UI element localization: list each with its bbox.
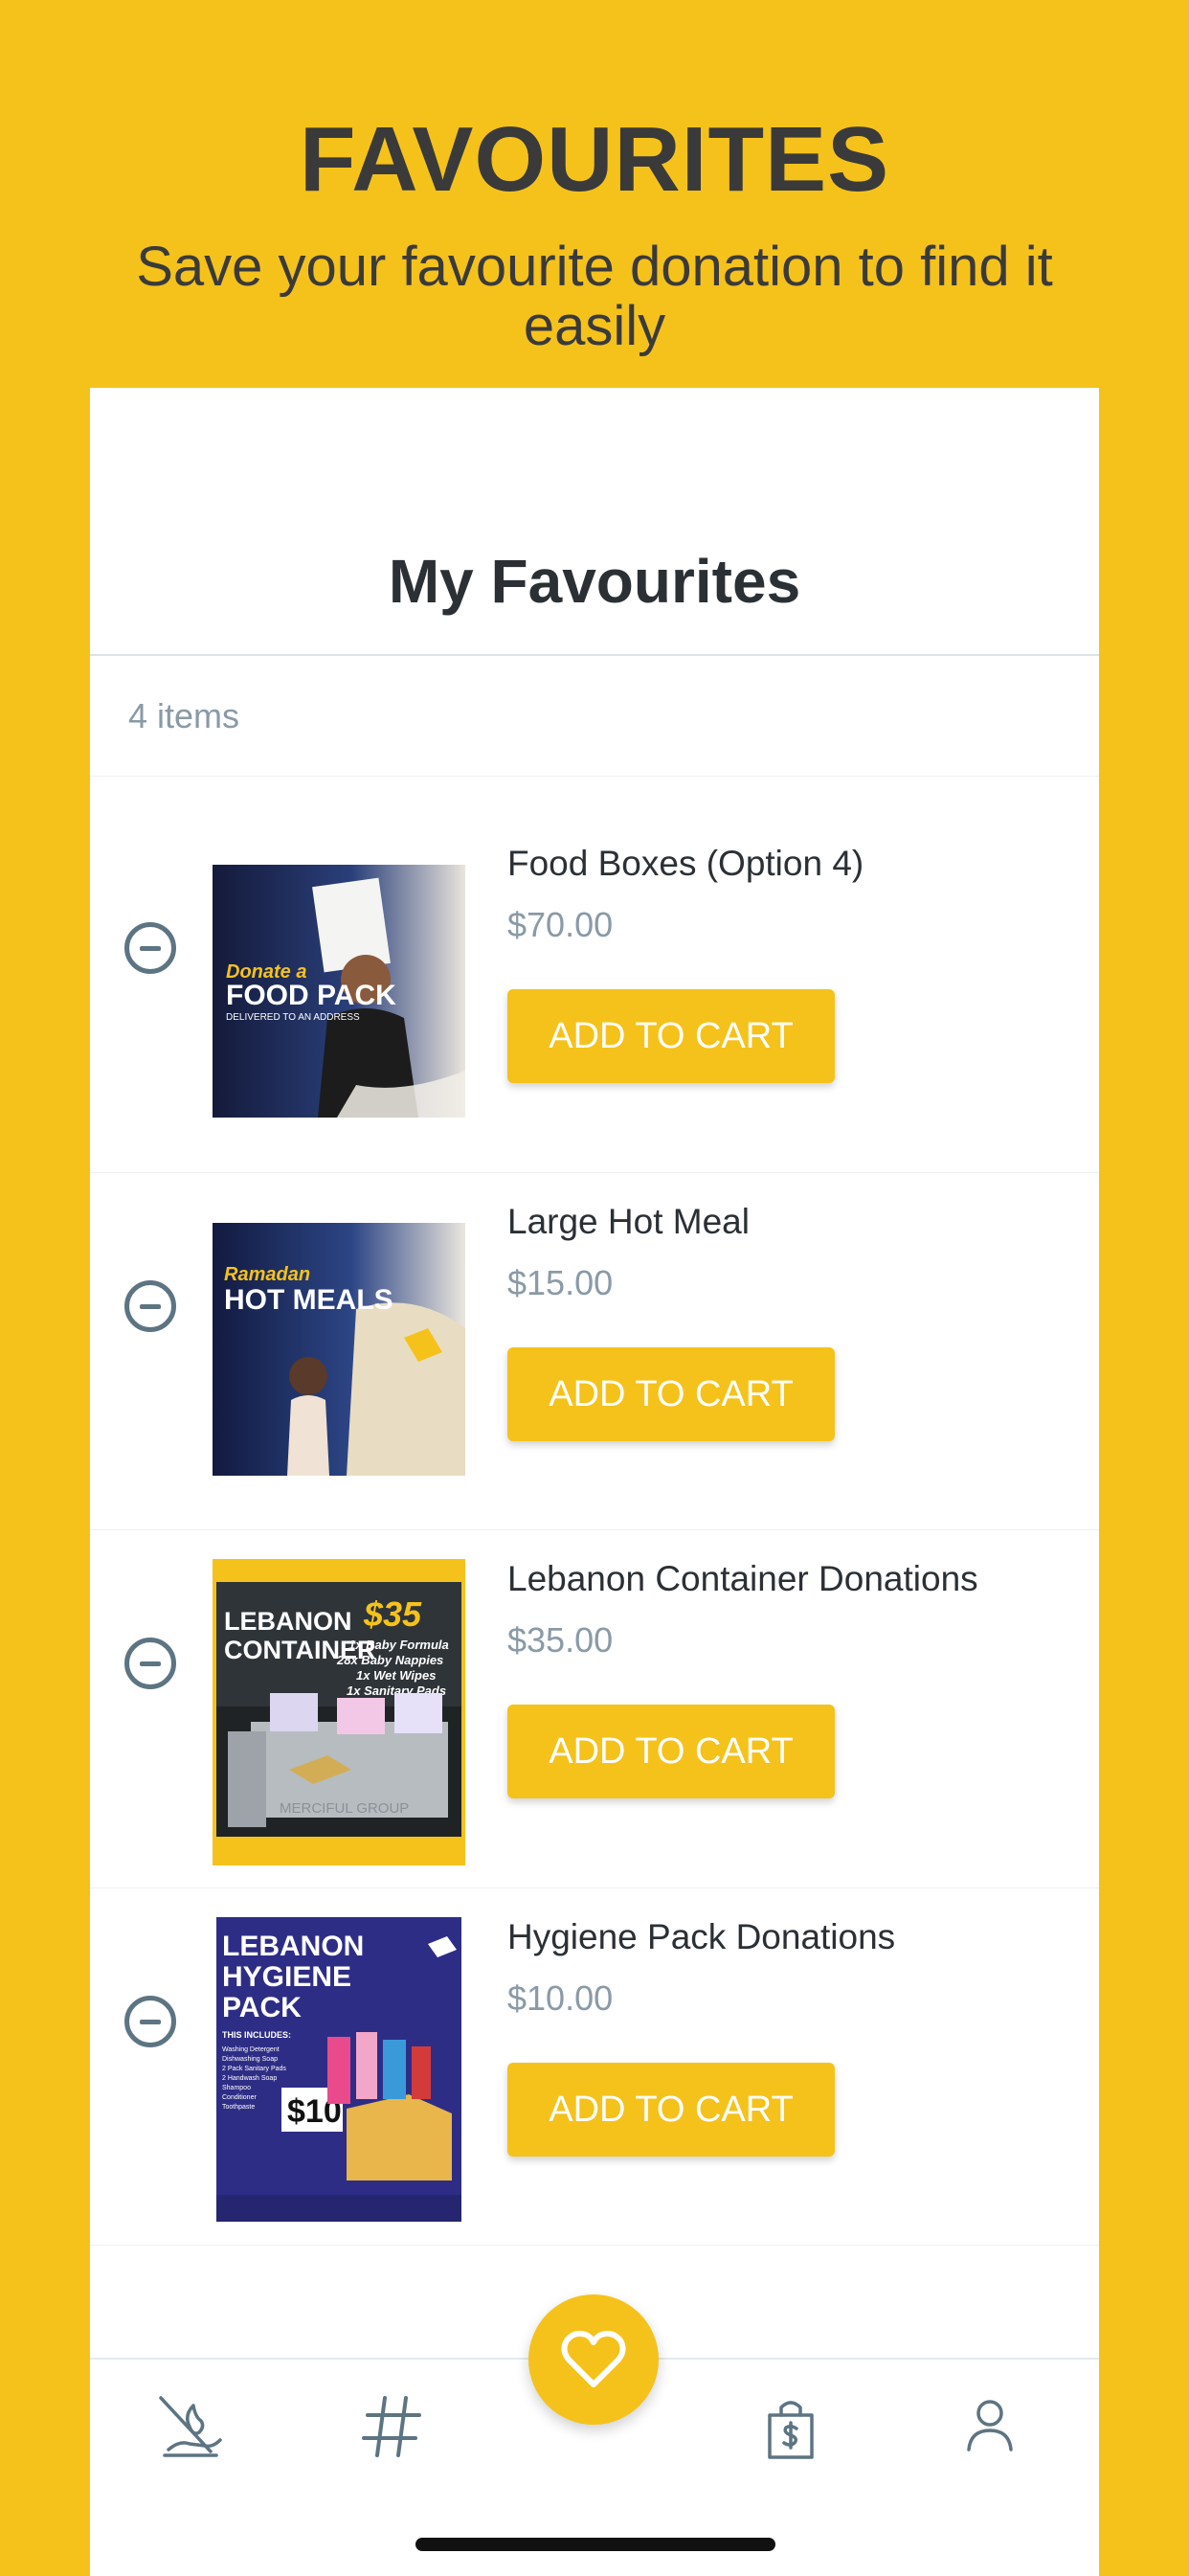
item-image: Ramadan HOT MEALS xyxy=(213,1223,465,1476)
image-text: Conditioner xyxy=(222,2094,257,2101)
add-to-cart-button[interactable]: ADD TO CART xyxy=(507,1347,835,1441)
item-price: $10.00 xyxy=(507,1978,614,2018)
image-text: HYGIENE xyxy=(222,1961,351,1993)
nav-cart[interactable] xyxy=(752,2388,829,2465)
image-text: LEBANON xyxy=(224,1607,352,1636)
image-text: 28x Baby Nappies xyxy=(336,1653,443,1667)
image-text: 1x Baby Formula xyxy=(348,1638,449,1652)
page-subtitle: Save your favourite donation to find it … xyxy=(136,236,1053,357)
image-text: 2 Handwash Soap xyxy=(222,2075,277,2082)
favourites-panel: My Favourites 4 items Donate a FOOD PACK… xyxy=(90,388,1099,2574)
item-name: Food Boxes (Option 4) xyxy=(507,844,864,883)
favourite-item: LEBANON CONTAINER $35 1x Baby Formula 28… xyxy=(90,1492,1099,1865)
favourites-fab-button[interactable] xyxy=(528,2294,659,2425)
image-text: Shampoo xyxy=(222,2085,251,2091)
item-image: LEBANON CONTAINER $35 1x Baby Formula 28… xyxy=(213,1559,465,1865)
image-text: LEBANON xyxy=(222,1931,364,1962)
hygiene-pack-image: LEBANON HYGIENE PACK THIS INCLUDES: Wash… xyxy=(213,1917,465,2224)
image-text: THIS INCLUDES: xyxy=(222,2030,291,2040)
hashtag-icon xyxy=(362,2396,421,2457)
shopping-bag-dollar-icon xyxy=(768,2401,814,2459)
remove-favourite-button[interactable] xyxy=(124,1280,176,1332)
page-title: FAVOURITES xyxy=(299,108,890,211)
item-name: Lebanon Container Donations xyxy=(507,1559,978,1598)
nav-profile[interactable] xyxy=(952,2388,1028,2465)
item-image: Donate a FOOD PACK DELIVERED TO AN ADDRE… xyxy=(213,865,465,1118)
image-text: $35 xyxy=(363,1594,422,1634)
hot-meals-image: Ramadan HOT MEALS xyxy=(213,1223,465,1476)
donate-hand-icon xyxy=(159,2396,222,2457)
image-text: Toothpaste xyxy=(222,2104,255,2111)
item-price: $70.00 xyxy=(507,905,614,944)
image-text: MERCIFUL GROUP xyxy=(280,1800,409,1817)
image-text: Washing Detergent xyxy=(222,2046,280,2053)
image-text: Dishwashing Soap xyxy=(222,2056,278,2063)
favourite-item: LEBANON HYGIENE PACK THIS INCLUDES: Wash… xyxy=(90,1850,1099,2224)
nav-hashtag[interactable] xyxy=(354,2388,431,2465)
panel-title: My Favourites xyxy=(388,547,801,616)
favourite-item: Donate a FOOD PACK DELIVERED TO AN ADDRE… xyxy=(90,777,1099,1133)
item-name: Hygiene Pack Donations xyxy=(507,1917,896,1956)
image-text: PACK xyxy=(222,1992,302,2023)
image-text: DELIVERED TO AN ADDRESS xyxy=(226,1012,360,1023)
divider xyxy=(90,654,1099,656)
add-to-cart-button[interactable]: ADD TO CART xyxy=(507,1705,835,1798)
image-text: FOOD PACK xyxy=(226,980,396,1011)
remove-favourite-button[interactable] xyxy=(124,922,176,974)
items-count: 4 items xyxy=(128,696,240,735)
user-icon xyxy=(967,2400,1013,2452)
food-pack-image: Donate a FOOD PACK DELIVERED TO AN ADDRE… xyxy=(213,865,465,1118)
image-text: 2 Pack Sanitary Pads xyxy=(222,2066,286,2072)
heart-icon xyxy=(561,2330,626,2387)
favourite-item: Ramadan HOT MEALS Large Hot Meal $15.00 … xyxy=(90,1135,1099,1491)
image-text: Ramadan xyxy=(224,1264,310,1285)
add-to-cart-button[interactable]: ADD TO CART xyxy=(507,989,835,1083)
item-image: LEBANON HYGIENE PACK THIS INCLUDES: Wash… xyxy=(213,1917,465,2224)
add-to-cart-button[interactable]: ADD TO CART xyxy=(507,2063,835,2157)
lebanon-container-image: LEBANON CONTAINER $35 1x Baby Formula 28… xyxy=(213,1559,465,1865)
home-indicator xyxy=(415,2538,775,2551)
item-price: $15.00 xyxy=(507,1263,614,1302)
divider xyxy=(90,2245,1099,2246)
item-name: Large Hot Meal xyxy=(507,1202,750,1241)
item-price: $35.00 xyxy=(507,1620,614,1660)
image-text: HOT MEALS xyxy=(224,1284,393,1316)
image-text: 1x Wet Wipes xyxy=(356,1668,436,1683)
nav-donate[interactable] xyxy=(153,2388,230,2465)
remove-favourite-button[interactable] xyxy=(124,1638,176,1689)
remove-favourite-button[interactable] xyxy=(124,1996,176,2047)
